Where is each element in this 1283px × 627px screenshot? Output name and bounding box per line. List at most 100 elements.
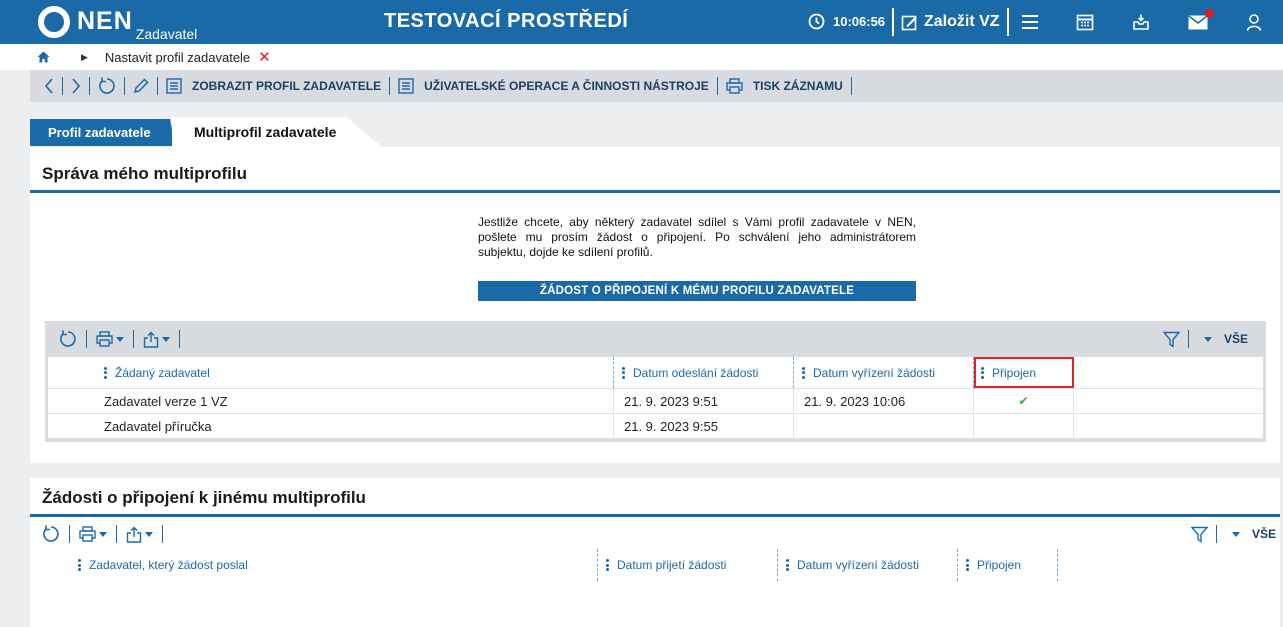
- nen-logo[interactable]: NEN Zadavatel: [38, 5, 197, 42]
- create-vz-button[interactable]: Založit VZ: [892, 8, 1009, 36]
- row-select-column: [30, 549, 78, 581]
- column-label: Datum vyřízení žádosti: [797, 558, 920, 572]
- filter-icon[interactable]: [1155, 331, 1188, 348]
- cell-requested: Zadavatel verze 1 VZ: [104, 389, 614, 413]
- column-header-sender[interactable]: Zadavatel, který žádost poslal: [78, 549, 598, 581]
- requested-grid: VŠE Žádaný zadavatel Datum odeslání žádo…: [45, 321, 1266, 442]
- show-profile-button[interactable]: ZOBRAZIT PROFIL ZADAVATELE: [158, 76, 389, 96]
- column-header-connected[interactable]: Připojen: [974, 357, 1074, 388]
- column-label: Zadavatel, který žádost poslal: [89, 558, 248, 572]
- show-profile-label: ZOBRAZIT PROFIL ZADAVATELE: [192, 79, 382, 93]
- edit-button[interactable]: [125, 76, 157, 96]
- column-menu-icon[interactable]: [78, 558, 81, 573]
- user-icon[interactable]: [1243, 12, 1265, 32]
- user-operations-button[interactable]: UŽIVATELSKÉ OPERACE A ČINNOSTI NÁSTROJE: [390, 76, 717, 96]
- toolbar-divider: [850, 77, 852, 95]
- logo-text: NEN: [77, 7, 133, 35]
- filter-select[interactable]: VŠE: [1217, 527, 1280, 541]
- refresh-icon: [43, 525, 59, 542]
- logo-ring-icon: [38, 6, 70, 38]
- check-icon: ✔: [974, 389, 1074, 413]
- column-label: Žádaný zadavatel: [115, 365, 210, 380]
- grid-export-button[interactable]: [117, 524, 162, 544]
- column-header-received[interactable]: Datum přijetí žádosti: [598, 549, 778, 581]
- print-record-button[interactable]: TISK ZÁZNAMU: [718, 76, 851, 96]
- clock-icon: [808, 13, 825, 30]
- other-multiprofile-panel: Žádosti o připojení k jinému multiprofil…: [30, 478, 1280, 627]
- grid-refresh-button[interactable]: [42, 524, 69, 544]
- column-header-connected[interactable]: Připojen: [958, 549, 1058, 581]
- notification-dot: [1205, 9, 1214, 18]
- menu-icon[interactable]: [1019, 12, 1041, 32]
- caret-down-icon: [1231, 531, 1240, 537]
- record-toolbar: ZOBRAZIT PROFIL ZADAVATELE UŽIVATELSKÉ O…: [30, 70, 1283, 102]
- table-row[interactable]: Zadavatel příručka 21. 9. 2023 9:55: [48, 414, 1263, 439]
- chevron-right-icon: [72, 78, 81, 94]
- column-header-sent[interactable]: Datum odeslání žádosti: [614, 357, 794, 388]
- column-header-resolved[interactable]: Datum vyřízení žádosti: [794, 357, 974, 388]
- caret-down-icon: [116, 336, 124, 342]
- mail-icon[interactable]: [1187, 9, 1214, 32]
- export-icon: [143, 331, 159, 348]
- cell-requested: Zadavatel příručka: [104, 414, 614, 438]
- caret-down-icon: [99, 531, 107, 537]
- filter-select[interactable]: VŠE: [1189, 332, 1266, 346]
- grid-body: Žádaný zadavatel Datum odeslání žádosti …: [48, 357, 1263, 439]
- cell-resolved: [794, 414, 974, 438]
- column-label: Připojen: [992, 365, 1037, 380]
- table-row[interactable]: Zadavatel verze 1 VZ 21. 9. 2023 9:51 21…: [48, 389, 1263, 414]
- filter-value: VŠE: [1223, 332, 1248, 346]
- refresh-icon: [60, 330, 76, 347]
- info-text: Jestliže chcete, aby některý zadavatel s…: [478, 215, 916, 259]
- column-menu-icon[interactable]: [966, 558, 969, 573]
- caret-down-icon: [162, 336, 170, 342]
- column-menu-icon[interactable]: [786, 558, 789, 573]
- grid-print-button[interactable]: [70, 524, 116, 544]
- environment-title: TESTOVACÍ PROSTŘEDÍ: [384, 10, 629, 32]
- close-icon[interactable]: ✕: [258, 48, 271, 66]
- list-icon: [166, 78, 182, 94]
- pencil-icon: [133, 78, 149, 94]
- forward-button[interactable]: [63, 76, 89, 96]
- printer-icon: [96, 331, 113, 347]
- column-header-resolved[interactable]: Datum vyřízení žádosti: [778, 549, 958, 581]
- tab-multiprofil-zadavatele[interactable]: Multiprofil zadavatele: [172, 117, 382, 147]
- calendar-icon[interactable]: [1074, 12, 1096, 32]
- chevron-left-icon: [44, 78, 53, 94]
- toolbar-divider: [162, 525, 163, 543]
- inbox-icon[interactable]: [1130, 12, 1152, 32]
- breadcrumb: ▶ Nastavit profil zadavatele ✕: [0, 44, 1283, 70]
- breadcrumb-arrow-icon: ▶: [81, 51, 88, 62]
- grid-print-button[interactable]: [87, 329, 133, 349]
- back-button[interactable]: [44, 76, 62, 96]
- row-spacer: [48, 414, 104, 438]
- column-header-requested[interactable]: Žádaný zadavatel: [104, 357, 614, 388]
- toolbar-divider: [179, 330, 180, 348]
- column-label: Datum přijetí žádosti: [617, 558, 727, 572]
- table-header: Zadavatel, který žádost poslal Datum při…: [30, 549, 1280, 581]
- print-record-label: TISK ZÁZNAMU: [752, 79, 843, 93]
- edit-icon: [901, 15, 917, 30]
- clock-time: 10:06:56: [833, 14, 886, 29]
- column-menu-icon[interactable]: [104, 365, 107, 380]
- grid-refresh-button[interactable]: [59, 329, 86, 349]
- filter-icon[interactable]: [1183, 526, 1216, 543]
- column-menu-icon[interactable]: [981, 365, 984, 380]
- tab-profil-zadavatele[interactable]: Profil zadavatele: [30, 119, 175, 146]
- column-menu-icon[interactable]: [606, 558, 609, 573]
- refresh-button[interactable]: [90, 76, 124, 96]
- column-menu-icon[interactable]: [622, 365, 625, 380]
- table-header: Žádaný zadavatel Datum odeslání žádosti …: [48, 357, 1263, 389]
- cell-sent: 21. 9. 2023 9:55: [614, 414, 794, 438]
- section-title: Správa mého multiprofilu: [30, 147, 1280, 193]
- request-connection-button[interactable]: ŽÁDOST O PŘIPOJENÍ K MÉMU PROFILU ZADAVA…: [478, 281, 916, 301]
- grid-export-button[interactable]: [134, 329, 179, 349]
- column-menu-icon[interactable]: [802, 365, 805, 380]
- home-icon[interactable]: [37, 51, 50, 63]
- column-label: Připojen: [977, 558, 1022, 572]
- breadcrumb-current[interactable]: Nastavit profil zadavatele: [105, 50, 250, 65]
- printer-icon: [726, 78, 743, 94]
- create-vz-label: Založit VZ: [924, 13, 1000, 30]
- printer-icon: [79, 526, 96, 542]
- filter-value: VŠE: [1251, 527, 1276, 541]
